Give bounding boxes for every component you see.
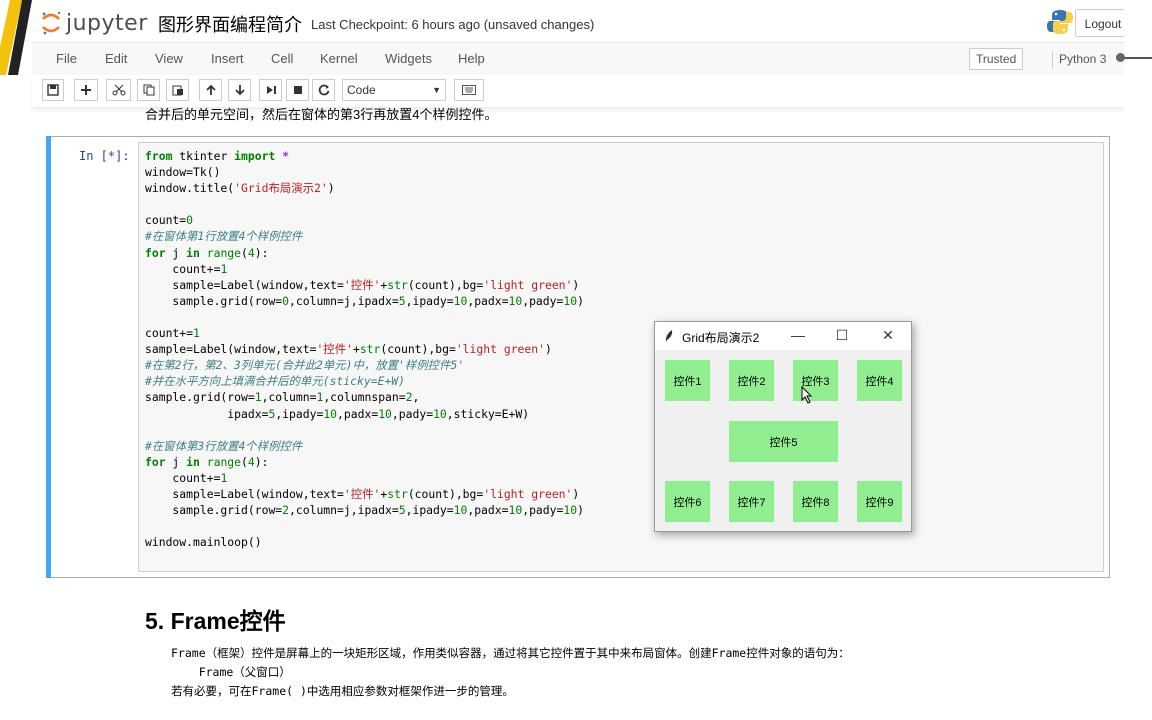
tk-label-2: 控件2 [729,360,774,401]
code-text[interactable]: from tkinter import * window=Tk() window… [145,148,584,550]
insert-cell-button[interactable] [74,79,98,101]
kernel-busy-indicator [1116,53,1125,62]
arrow-up-icon [205,84,216,95]
stop-button[interactable] [286,79,309,101]
paste-button[interactable] [166,79,189,101]
tk-label-4: 控件4 [857,360,902,401]
paragraph-frame-description: Frame（框架）控件是屏幕上的一块矩形区域，作用类似容器，通过将其它控件置于其… [171,646,850,660]
toolbar: Code ▼ [32,75,1124,107]
menubar: File Edit View Insert Cell Kernel Widget… [32,42,1124,76]
left-decoration [0,0,32,720]
tk-label-6: 控件6 [665,481,710,522]
copy-button[interactable] [137,79,160,101]
menu-widgets[interactable]: Widgets [385,51,432,66]
logout-button[interactable]: Logout [1075,9,1131,37]
python-logo-icon [1047,10,1073,34]
tk-label-8: 控件8 [793,481,838,522]
tk-label-9: 控件9 [857,481,902,522]
paragraph-frame-note: 若有必要，可在Frame( )中选用相应参数对框架作进一步的管理。 [171,684,514,698]
restart-icon [318,84,329,96]
menu-view[interactable]: View [155,51,183,66]
section-heading: 5. Frame控件 [145,608,286,634]
trusted-indicator[interactable]: Trusted [969,48,1024,70]
minimize-button[interactable]: — [787,325,809,345]
mouse-cursor-icon [801,386,813,404]
cell-prompt: In [*]: [79,149,130,163]
tk-window[interactable]: Grid布局演示2 — ☐ ✕ 控件1 控件2 控件3 控件4 控件5 控件6 … [654,321,912,532]
menu-cell[interactable]: Cell [271,51,293,66]
tk-label-3: 控件3 [793,360,838,401]
jupyter-logo[interactable]: jupyter [40,8,148,38]
right-edge [1124,0,1152,720]
tk-label-1: 控件1 [665,360,710,401]
notebook-page: jupyter 图形界面编程简介 Last Checkpoint: 6 hour… [32,0,1131,720]
save-icon [47,84,59,96]
header: jupyter 图形界面编程简介 Last Checkpoint: 6 hour… [32,0,1131,42]
arrow-down-icon [234,85,245,96]
restart-button[interactable] [312,79,335,101]
cut-button[interactable] [106,79,131,101]
copy-icon [143,84,154,96]
notebook-title[interactable]: 图形界面编程简介 [158,11,302,37]
previous-markdown-text: 合并后的单元空间，然后在窗体的第3行再放置4个样例控件。 [145,107,498,122]
tk-label-5: 控件5 [729,421,838,462]
selected-cell-indicator [46,136,51,578]
run-button[interactable] [259,79,282,101]
stop-icon [293,86,302,94]
tk-window-title: Grid布局演示2 [682,331,760,345]
menu-help[interactable]: Help [458,51,485,66]
move-up-button[interactable] [199,79,222,101]
maximize-button[interactable]: ☐ [831,325,853,345]
tk-label-7: 控件7 [729,481,774,522]
checkpoint-status: Last Checkpoint: 6 hours ago (unsaved ch… [311,17,595,32]
move-down-button[interactable] [228,79,251,101]
menu-edit[interactable]: Edit [105,51,127,66]
jupyter-logo-icon [42,11,61,35]
save-button[interactable] [42,79,64,101]
cell-type-select[interactable]: Code ▼ [342,79,446,101]
menu-kernel[interactable]: Kernel [320,51,358,66]
command-palette-button[interactable] [454,79,484,101]
cell-type-value: Code [347,83,376,97]
paragraph-frame-syntax: Frame（父窗口） [171,665,291,679]
logo-text: jupyter [66,10,148,36]
tk-titlebar[interactable]: Grid布局演示2 — ☐ ✕ [655,322,911,350]
keyboard-icon [462,85,476,95]
menu-file[interactable]: File [56,51,77,66]
feather-icon [665,330,673,342]
cut-icon [112,84,125,96]
paste-icon [172,85,183,96]
dropdown-arrow-icon: ▼ [432,85,441,95]
plus-icon [81,85,91,95]
kernel-indicator[interactable]: Python 3 [1052,51,1106,69]
menu-insert[interactable]: Insert [211,51,244,66]
close-button[interactable]: ✕ [877,325,899,345]
run-icon [266,86,276,94]
